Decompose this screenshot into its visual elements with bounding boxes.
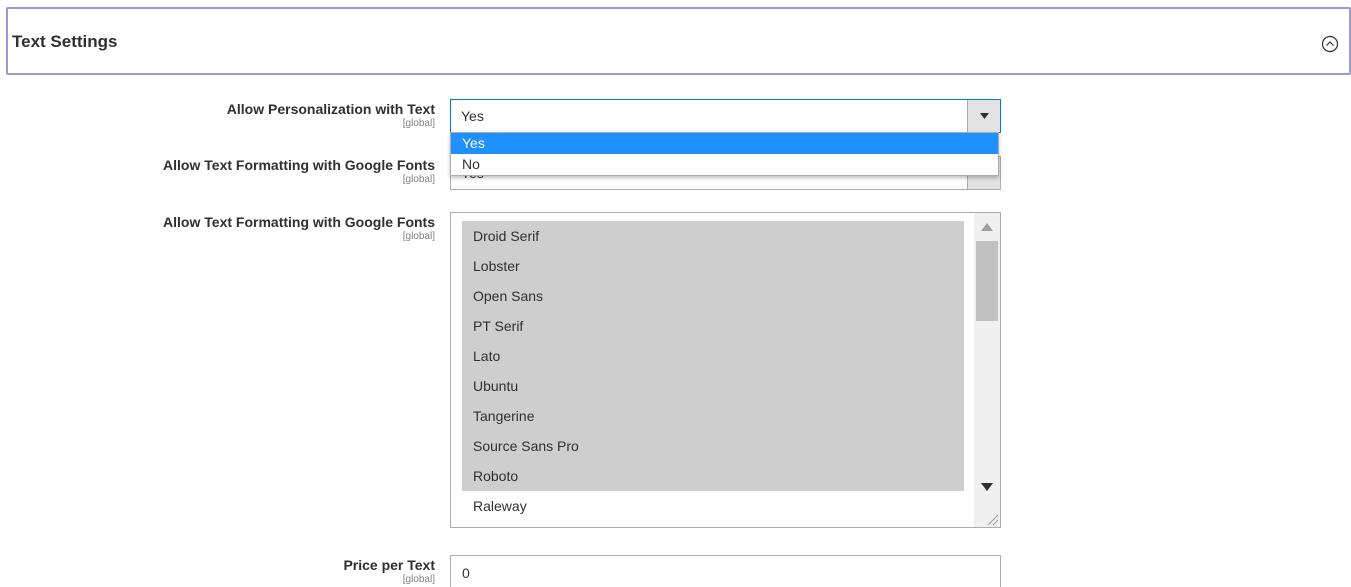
multiselect-option[interactable]: Open Sans: [462, 281, 964, 311]
multiselect-option[interactable]: Ubuntu: [462, 371, 964, 401]
multiselect-option[interactable]: Raleway: [462, 491, 964, 521]
field-label: Price per Text: [343, 557, 435, 573]
allow-personalization-dropdown[interactable]: Yes No: [450, 132, 999, 176]
section-title: Text Settings: [12, 32, 118, 51]
scope-label: [global]: [402, 174, 435, 185]
scope-label: [global]: [402, 574, 435, 585]
scroll-up-icon[interactable]: [981, 223, 993, 231]
multiselect-options: Droid Serif Lobster Open Sans PT Serif Lato U…: [462, 221, 964, 521]
multiselect-option[interactable]: PT Serif: [462, 311, 964, 341]
select-value: Yes: [461, 108, 484, 124]
multiselect-option[interactable]: Tangerine: [462, 401, 964, 431]
field-label: Allow Text Formatting with Google Fonts: [163, 157, 435, 173]
resize-grip-icon[interactable]: [986, 513, 998, 525]
multiselect-option[interactable]: Roboto: [462, 461, 964, 491]
multiselect-option[interactable]: Droid Serif: [462, 221, 964, 251]
section-header-text-settings[interactable]: Text Settings: [6, 7, 1351, 75]
multiselect-option[interactable]: Lobster: [462, 251, 964, 281]
allow-personalization-select[interactable]: Yes: [450, 99, 1001, 133]
scroll-down-icon[interactable]: [981, 483, 993, 491]
multiselect-option[interactable]: Lato: [462, 341, 964, 371]
field-label: Allow Text Formatting with Google Fonts: [163, 214, 435, 230]
field-label-allow-google-fonts: Allow Text Formatting with Google Fonts …: [163, 157, 435, 185]
price-per-text-input[interactable]: 0: [450, 555, 1001, 587]
select-arrow[interactable]: [967, 100, 1000, 132]
multiselect-option[interactable]: Source Sans Pro: [462, 431, 964, 461]
dropdown-option-yes[interactable]: Yes: [451, 133, 998, 154]
caret-down-icon: [980, 113, 989, 119]
scrollbar[interactable]: [974, 213, 1000, 527]
scrollbar-thumb[interactable]: [976, 241, 998, 321]
scope-label: [global]: [402, 118, 435, 129]
field-label-price-per-text: Price per Text [global]: [343, 557, 435, 585]
scope-label: [global]: [402, 231, 435, 242]
input-value: 0: [462, 565, 470, 581]
field-label-allow-personalization: Allow Personalization with Text [global]: [227, 101, 435, 129]
google-fonts-multiselect[interactable]: Droid Serif Lobster Open Sans PT Serif Lato U…: [450, 212, 1001, 528]
field-label: Allow Personalization with Text: [226, 101, 435, 117]
dropdown-option-no[interactable]: No: [451, 154, 998, 175]
collapse-icon[interactable]: [1321, 35, 1339, 53]
field-label-google-fonts-list: Allow Text Formatting with Google Fonts …: [163, 214, 435, 242]
